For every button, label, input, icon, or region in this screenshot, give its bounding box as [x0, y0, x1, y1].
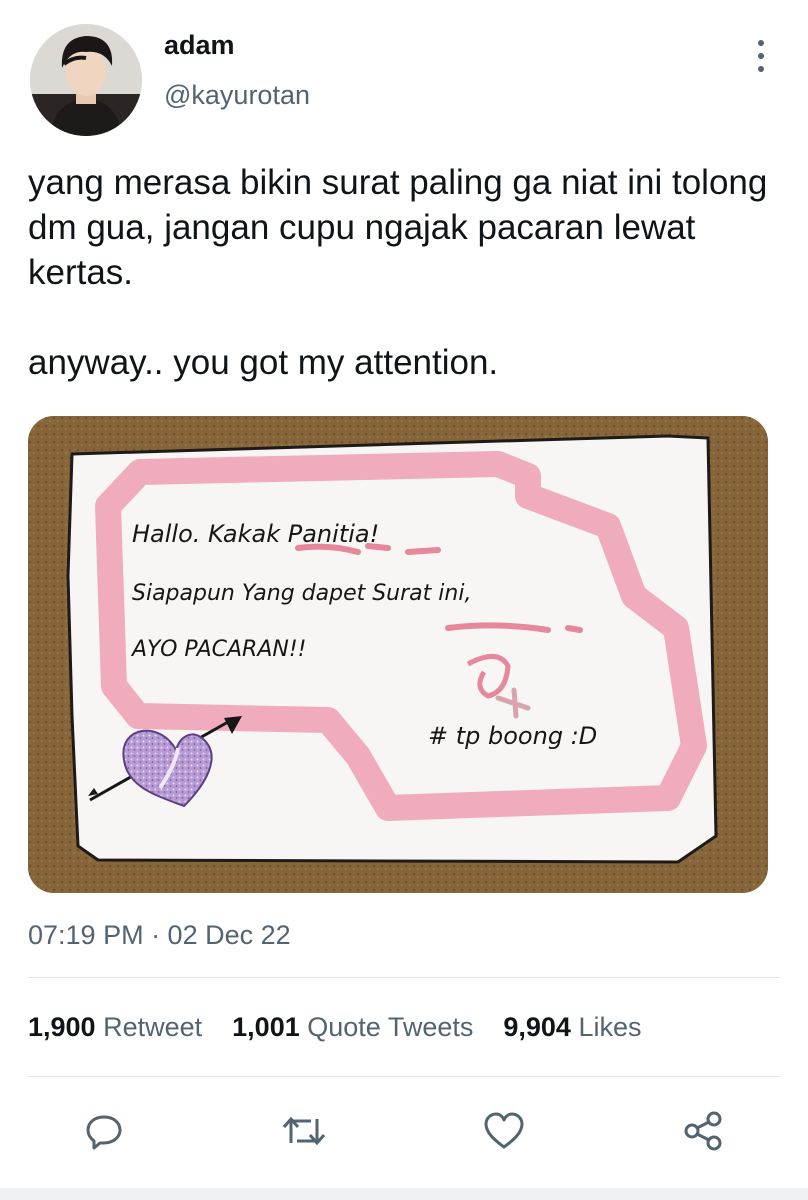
note-line: AYO PACARAN!!: [130, 637, 306, 662]
author-handle[interactable]: @kayurotan: [164, 80, 310, 111]
note-line: Siapapun Yang dapet Surat ini,: [132, 581, 471, 606]
note-line: Hallo. Kakak Panitia!: [132, 520, 379, 548]
retweet-count[interactable]: 1,900 Retweet: [28, 1012, 202, 1043]
tweet-timestamp[interactable]: 07:19 PM · 02 Dec 22: [28, 920, 291, 951]
quote-tweet-count-value: 1,001: [232, 1012, 300, 1042]
like-count-value: 9,904: [503, 1012, 571, 1042]
tweet-text: yang merasa bikin surat paling ga niat i…: [28, 160, 788, 385]
note-line: # tp boong :D: [428, 722, 597, 750]
share-icon[interactable]: [680, 1108, 726, 1154]
retweet-icon[interactable]: [281, 1108, 327, 1154]
retweet-count-label: Retweet: [103, 1012, 203, 1042]
retweet-count-value: 1,900: [28, 1012, 96, 1042]
tweet-stats: 1,900 Retweet 1,001 Quote Tweets 9,904 L…: [28, 1012, 671, 1043]
tweet-photo[interactable]: Hallo. Kakak Panitia! Siapapun Yang dape…: [28, 416, 768, 893]
like-count-label: Likes: [578, 1012, 642, 1042]
divider: [28, 1076, 780, 1077]
author-name[interactable]: adam: [164, 30, 235, 61]
tweet-paragraph: anyway.. you got my attention.: [28, 343, 499, 382]
divider: [28, 977, 780, 978]
quote-tweet-count[interactable]: 1,001 Quote Tweets: [232, 1012, 473, 1043]
like-icon[interactable]: [481, 1108, 527, 1154]
quote-tweet-count-label: Quote Tweets: [307, 1012, 474, 1042]
reply-icon[interactable]: [81, 1108, 127, 1154]
avatar-image: [30, 24, 142, 136]
more-vertical-icon[interactable]: [744, 36, 778, 76]
tweet-actions: [0, 1108, 808, 1158]
bottom-divider: [0, 1188, 808, 1200]
like-count[interactable]: 9,904 Likes: [503, 1012, 641, 1043]
tweet-paragraph: yang merasa bikin surat paling ga niat i…: [28, 163, 768, 292]
avatar[interactable]: [30, 24, 142, 136]
